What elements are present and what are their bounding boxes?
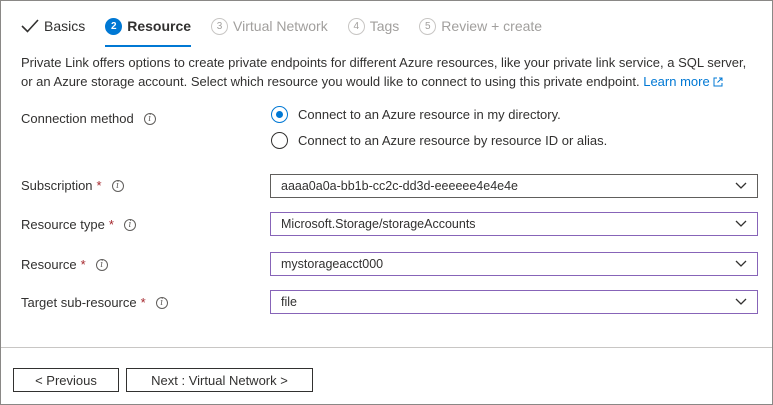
learn-more-label: Learn more <box>643 74 710 89</box>
target-sub-resource-text: Target sub-resource <box>21 295 137 310</box>
step-number-badge: 5 <box>419 17 437 35</box>
subscription-dropdown[interactable]: aaaa0a0a-bb1b-cc2c-dd3d-eeeeee4e4e4e <box>270 174 758 198</box>
required-asterisk: * <box>140 295 146 310</box>
radio-option-directory[interactable]: Connect to an Azure resource in my direc… <box>271 106 561 123</box>
radio-option-directory-label: Connect to an Azure resource in my direc… <box>298 107 561 122</box>
radio-option-resource-id[interactable]: Connect to an Azure resource by resource… <box>271 132 607 149</box>
tab-review-create[interactable]: 5 Review + create <box>419 13 542 39</box>
radio-button-unchecked[interactable] <box>271 132 288 149</box>
tab-review-create-label: Review + create <box>441 18 543 34</box>
tab-tags-label: Tags <box>369 18 400 34</box>
tab-resource-label: Resource <box>127 18 192 34</box>
resource-text: Resource <box>21 257 77 272</box>
tab-virtual-network-label: Virtual Network <box>233 18 328 34</box>
learn-more-link[interactable]: Learn more <box>643 74 723 89</box>
connection-method-text: Connection method <box>21 111 134 126</box>
required-asterisk: * <box>108 217 114 232</box>
chevron-down-icon <box>735 298 747 305</box>
info-icon[interactable]: i <box>123 218 136 231</box>
chevron-down-icon <box>735 182 747 189</box>
subscription-value: aaaa0a0a-bb1b-cc2c-dd3d-eeeeee4e4e4e <box>281 179 519 193</box>
chevron-down-icon <box>735 220 747 227</box>
resource-type-value: Microsoft.Storage/storageAccounts <box>281 217 476 231</box>
tab-tags[interactable]: 4 Tags <box>347 13 400 39</box>
required-asterisk: * <box>80 257 86 272</box>
subscription-label: Subscription * i <box>21 178 124 193</box>
resource-type-text: Resource type <box>21 217 105 232</box>
info-icon[interactable]: i <box>155 296 168 309</box>
resource-description: Private Link offers options to create pr… <box>21 53 761 91</box>
resource-dropdown[interactable]: mystorageacct000 <box>270 252 758 276</box>
tab-basics[interactable]: Basics <box>21 13 85 39</box>
info-icon[interactable]: i <box>143 112 156 125</box>
connection-method-label: Connection method i <box>21 111 156 126</box>
checkmark-icon <box>21 19 39 33</box>
step-number-badge: 4 <box>347 17 365 35</box>
step-number-badge: 3 <box>211 17 229 35</box>
next-virtual-network-button[interactable]: Next : Virtual Network > <box>126 368 313 392</box>
resource-value: mystorageacct000 <box>281 257 384 271</box>
radio-option-resource-id-label: Connect to an Azure resource by resource… <box>298 133 608 148</box>
resource-type-label: Resource type * i <box>21 217 136 232</box>
tab-basics-label: Basics <box>44 18 86 34</box>
description-text: Private Link offers options to create pr… <box>21 55 747 89</box>
step-number-badge: 2 <box>105 17 123 35</box>
info-icon[interactable]: i <box>111 179 124 192</box>
radio-button-checked[interactable] <box>271 106 288 123</box>
subscription-text: Subscription <box>21 178 93 193</box>
resource-label: Resource * i <box>21 257 108 272</box>
target-sub-resource-dropdown[interactable]: file <box>270 290 758 314</box>
required-asterisk: * <box>96 178 102 193</box>
tab-resource[interactable]: 2 Resource <box>105 13 192 47</box>
footer-divider <box>1 347 772 348</box>
tab-virtual-network[interactable]: 3 Virtual Network <box>211 13 328 39</box>
info-icon[interactable]: i <box>95 258 108 271</box>
resource-type-dropdown[interactable]: Microsoft.Storage/storageAccounts <box>270 212 758 236</box>
previous-button[interactable]: < Previous <box>13 368 119 392</box>
target-sub-resource-label: Target sub-resource * i <box>21 295 168 310</box>
wizard-tabs: Basics 2 Resource 3 Virtual Network 4 Ta… <box>21 13 562 47</box>
chevron-down-icon <box>735 260 747 267</box>
external-link-icon <box>713 77 723 87</box>
create-private-endpoint-panel: Basics 2 Resource 3 Virtual Network 4 Ta… <box>0 0 773 405</box>
target-sub-resource-value: file <box>281 295 297 309</box>
